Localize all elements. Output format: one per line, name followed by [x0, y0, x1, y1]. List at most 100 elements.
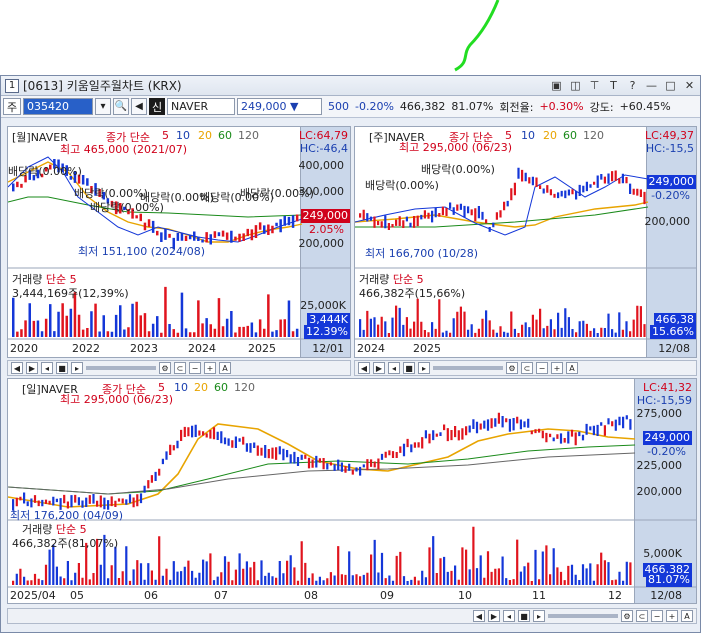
daily-ma10: 10 — [174, 381, 188, 394]
weekly-hc: HC:-15,5 — [645, 142, 694, 155]
zoom-slider[interactable] — [86, 366, 156, 370]
stock-name[interactable]: NAVER — [167, 98, 235, 115]
play-icon[interactable]: ▸ — [418, 362, 430, 374]
font-icon[interactable]: A — [219, 362, 231, 374]
zoom-in-icon[interactable]: + — [204, 362, 216, 374]
volume-pct: 81.07% — [451, 100, 494, 113]
weekly-ma120: 120 — [583, 129, 604, 142]
window-icon[interactable]: ◫ — [569, 79, 582, 92]
weekly-xlabel-2024: 2024 — [357, 342, 385, 355]
monthly-vol-pct-tag: 12.39% — [304, 325, 350, 339]
play-icon[interactable]: ▸ — [71, 362, 83, 374]
zoom-out-icon[interactable]: − — [651, 610, 663, 622]
daily-high: 최고 295,000 (06/23) — [60, 393, 174, 406]
daily-ma120: 120 — [234, 381, 255, 394]
settings-icon[interactable]: ⚙ — [506, 362, 518, 374]
daily-chart-panel: [일]NAVER 종가 단순 5 10 20 60 120 LC:41,32 H… — [7, 378, 697, 604]
monthly-dividend-1: 배당락(0.00%) — [8, 165, 82, 178]
dropdown-icon[interactable]: ▾ — [95, 98, 111, 115]
daily-xlabel-2: 05 — [70, 589, 84, 602]
dock-icon[interactable]: ▣ — [550, 79, 563, 92]
font-icon[interactable]: A — [566, 362, 578, 374]
zoom-in-icon[interactable]: + — [666, 610, 678, 622]
monthly-ytick-2: 300,000 — [298, 185, 345, 198]
weekly-control-bar: ◀ ▶ ◂ ■ ▸ ⚙ ⊂ − + A — [354, 360, 697, 376]
monthly-date: 12/01 — [312, 342, 344, 355]
volume-value: 466,382 — [399, 100, 446, 113]
monthly-low: 최저 151,100 (2024/08) — [78, 245, 206, 258]
zoom-out-icon[interactable]: − — [189, 362, 201, 374]
play-icon[interactable]: ▸ — [533, 610, 545, 622]
stock-code-input[interactable]: 035420 — [23, 98, 93, 115]
stop-icon[interactable]: ■ — [56, 362, 68, 374]
magnet-icon[interactable]: ⊂ — [636, 610, 648, 622]
font-icon[interactable]: A — [681, 610, 693, 622]
daily-xlabel-1: 2025/04 — [10, 589, 56, 602]
daily-xlabel-9: 12 — [608, 589, 622, 602]
magnet-icon[interactable]: ⊂ — [521, 362, 533, 374]
monthly-ytick-1: 400,000 — [298, 159, 345, 172]
monthly-xlabel-2022: 2022 — [72, 342, 100, 355]
weekly-chart-svg — [355, 167, 696, 340]
scroll-left-icon[interactable]: ◀ — [11, 362, 23, 374]
monthly-lc: LC:64,79 — [298, 129, 348, 142]
scroll-left-icon[interactable]: ◀ — [358, 362, 370, 374]
pin-icon[interactable]: ⊤ — [588, 79, 601, 92]
weekly-ytick-2: 200,000 — [644, 215, 691, 228]
daily-chart-svg — [8, 412, 696, 588]
daily-xlabel-3: 06 — [144, 589, 158, 602]
close-icon[interactable]: ✕ — [683, 79, 696, 92]
maximize-icon[interactable]: □ — [664, 79, 677, 92]
monthly-xlabel-2025: 2025 — [248, 342, 276, 355]
toolbar: 주 035420 ▾ 🔍 ◀ 신 NAVER 249,000 ▼ 500 -0.… — [1, 96, 700, 118]
daily-ytick-1: 275,000 — [636, 407, 683, 420]
stop-icon[interactable]: ■ — [403, 362, 415, 374]
daily-pct-tag: -0.20% — [647, 445, 686, 458]
daily-lc: LC:41,32 — [642, 381, 692, 394]
chart-window: 1 [0613] 키움일주월차트 (KRX) ▣ ◫ ⊤ T ? — □ ✕ 주… — [0, 75, 701, 633]
weekly-ma20: 20 — [543, 129, 557, 142]
magnet-icon[interactable]: ⊂ — [174, 362, 186, 374]
step-left-icon[interactable]: ◂ — [388, 362, 400, 374]
monthly-xlabel-2020: 2020 — [10, 342, 38, 355]
minimize-icon[interactable]: — — [645, 79, 658, 92]
monthly-ma60: 60 — [218, 129, 232, 142]
change-value: 500 — [328, 100, 349, 113]
scroll-left-icon[interactable]: ◀ — [473, 610, 485, 622]
zoom-slider[interactable] — [433, 366, 503, 370]
daily-xlabel-5: 08 — [304, 589, 318, 602]
monthly-pct-tag: 2.05% — [309, 223, 344, 236]
scroll-right-icon[interactable]: ▶ — [26, 362, 38, 374]
period-select[interactable]: 주 — [3, 98, 21, 115]
weekly-high: 최고 295,000 (06/23) — [399, 141, 513, 154]
title-bar: 1 [0613] 키움일주월차트 (KRX) ▣ ◫ ⊤ T ? — □ ✕ — [1, 76, 700, 96]
search-icon[interactable]: 🔍 — [113, 98, 129, 115]
monthly-xlabel-2024: 2024 — [188, 342, 216, 355]
settings-icon[interactable]: ⚙ — [621, 610, 633, 622]
settings-icon[interactable]: ⚙ — [159, 362, 171, 374]
scroll-right-icon[interactable]: ▶ — [488, 610, 500, 622]
scroll-right-icon[interactable]: ▶ — [373, 362, 385, 374]
step-left-icon[interactable]: ◂ — [41, 362, 53, 374]
text-icon[interactable]: T — [607, 79, 620, 92]
weekly-low: 최저 166,700 (10/28) — [365, 247, 479, 260]
help-icon[interactable]: ? — [626, 79, 639, 92]
turnover-value: +0.30% — [539, 100, 584, 113]
monthly-control-bar: ◀ ▶ ◂ ■ ▸ ⚙ ⊂ − + A — [7, 360, 351, 376]
window-number[interactable]: 1 — [5, 78, 19, 93]
zoom-out-icon[interactable]: − — [536, 362, 548, 374]
weekly-ma60: 60 — [563, 129, 577, 142]
weekly-price-tag: 249,000 — [646, 175, 696, 189]
weekly-date: 12/08 — [658, 342, 690, 355]
speaker-icon[interactable]: ◀ — [131, 98, 147, 115]
monthly-hc: HC:-46,4 — [299, 142, 348, 155]
daily-vol-value: 466,382주(81,07%) — [12, 537, 119, 550]
daily-ytick-4: 200,000 — [636, 485, 683, 498]
weekly-dividend-2: 배당락(0.00%) — [365, 179, 439, 192]
daily-xlabel-7: 10 — [458, 589, 472, 602]
step-left-icon[interactable]: ◂ — [503, 610, 515, 622]
stop-icon[interactable]: ■ — [518, 610, 530, 622]
zoom-slider[interactable] — [548, 614, 618, 618]
monthly-vol-value: 3,444,169주(12,39%) — [12, 287, 129, 300]
zoom-in-icon[interactable]: + — [551, 362, 563, 374]
